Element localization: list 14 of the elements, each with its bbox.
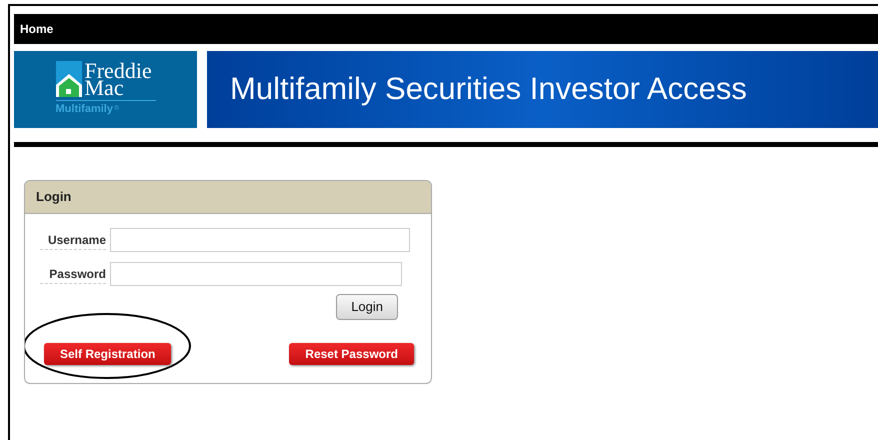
field-label: Username <box>40 230 106 250</box>
field-label: Password <box>40 264 106 284</box>
panel-title: Login <box>36 188 72 206</box>
logo-subtitle: Multifamily <box>56 102 113 118</box>
banner-title: Multifamily Securities Investor Access <box>230 70 747 108</box>
login-button[interactable]: Login <box>336 294 398 320</box>
house-icon <box>56 61 82 98</box>
logo-text: Freddie <box>84 62 152 80</box>
input-field[interactable] <box>110 262 402 286</box>
input-field[interactable] <box>110 228 410 252</box>
action-button[interactable]: Self Registration <box>44 343 172 365</box>
logo-text: Mac <box>84 79 124 96</box>
home-link[interactable]: Home <box>20 20 54 38</box>
action-button[interactable]: Reset Password <box>289 343 414 365</box>
